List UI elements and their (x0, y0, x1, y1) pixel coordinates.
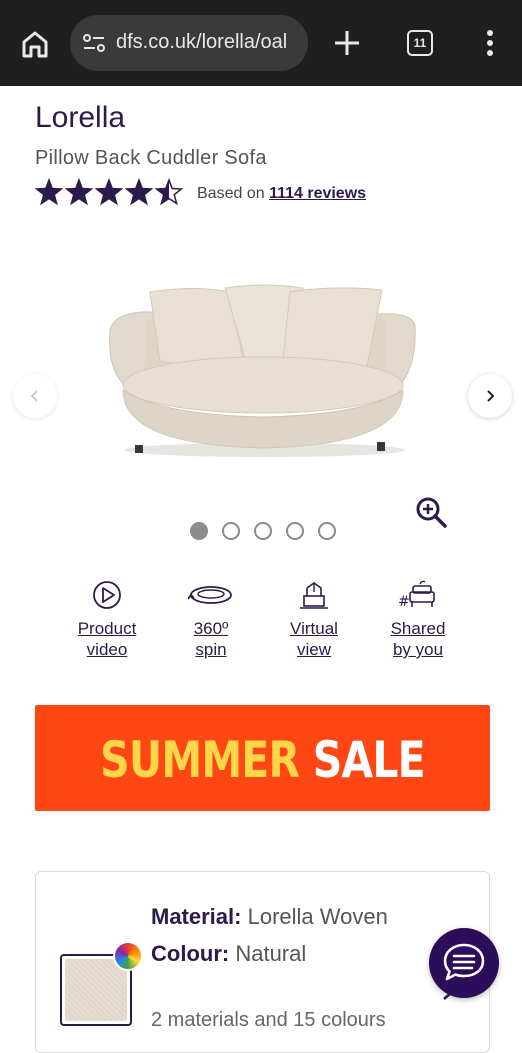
material-label: Material: (151, 904, 242, 929)
sale-word-summer: SUMMER (100, 731, 300, 789)
pagination-dot[interactable] (318, 522, 336, 540)
browser-toolbar: dfs.co.uk/lorella/oal 11 (0, 0, 522, 86)
summer-sale-banner[interactable]: SUMMER SALE (35, 705, 490, 811)
tab-switcher-button[interactable]: 11 (407, 30, 433, 56)
star-icon (64, 178, 94, 206)
pagination-dot[interactable] (222, 522, 240, 540)
fabric-swatch-image (65, 959, 127, 1021)
feature-product-video[interactable]: Product video (55, 578, 159, 660)
chevron-right-icon (487, 390, 495, 402)
chevron-left-icon (30, 390, 38, 402)
sale-word-sale: SALE (312, 731, 426, 789)
option-details: Material: Lorella Woven Colour: Natural (151, 898, 451, 972)
star-icon (94, 178, 124, 206)
home-icon[interactable] (18, 27, 52, 61)
product-subtitle: Pillow Back Cuddler Sofa (35, 147, 267, 169)
color-wheel-icon (113, 941, 143, 971)
product-title: Lorella (35, 101, 126, 134)
reviews-summary: Based on 1114 reviews (197, 185, 366, 203)
feature-label[interactable]: Product video (55, 618, 159, 660)
reviews-link[interactable]: 1114 reviews (269, 185, 366, 202)
feature-label[interactable]: 360º spin (159, 618, 263, 660)
options-count-text: 2 materials and 15 colours (151, 1009, 386, 1031)
shared-sofa-icon: # (398, 580, 435, 610)
feature-360-spin[interactable]: 360º spin (159, 578, 263, 660)
star-rating (35, 178, 184, 206)
product-image-sofa[interactable] (105, 280, 420, 460)
chat-bubble-icon (443, 943, 485, 981)
sale-banner-text: SUMMER SALE (76, 731, 449, 789)
material-value: Lorella Woven (247, 904, 388, 929)
play-circle-icon (93, 581, 121, 609)
more-options-icon[interactable] (480, 28, 500, 58)
gallery-prev-button[interactable] (13, 374, 57, 418)
gallery-next-button[interactable] (468, 374, 512, 418)
pagination-dot[interactable] (254, 522, 272, 540)
zoom-in-icon[interactable] (414, 495, 448, 529)
star-icon (35, 178, 64, 206)
new-tab-icon[interactable] (333, 29, 361, 57)
address-bar[interactable]: dfs.co.uk/lorella/oal (70, 15, 308, 71)
reviews-prefix: Based on (197, 185, 265, 202)
feature-shared-by-you[interactable]: # Shared by you (366, 578, 470, 660)
svg-text:#: # (398, 594, 410, 610)
rotate-360-icon (188, 586, 232, 604)
pagination-dot[interactable] (286, 522, 304, 540)
star-icon (154, 178, 184, 206)
colour-label: Colour: (151, 941, 230, 966)
url-text[interactable]: dfs.co.uk/lorella/oal (116, 31, 300, 54)
colour-line: Colour: Natural (151, 935, 451, 972)
pagination-dot[interactable] (190, 522, 208, 540)
star-icon (124, 178, 154, 206)
virtual-view-icon (300, 582, 328, 609)
feature-virtual-view[interactable]: Virtual view (262, 578, 366, 660)
colour-value: Natural (235, 941, 307, 966)
chat-button[interactable] (429, 928, 499, 998)
site-settings-icon[interactable] (83, 34, 105, 52)
feature-label[interactable]: Virtual view (262, 618, 366, 660)
product-options-card[interactable]: Material: Lorella Woven Colour: Natural … (35, 871, 490, 1053)
material-line: Material: Lorella Woven (151, 898, 451, 935)
feature-label[interactable]: Shared by you (366, 618, 470, 660)
